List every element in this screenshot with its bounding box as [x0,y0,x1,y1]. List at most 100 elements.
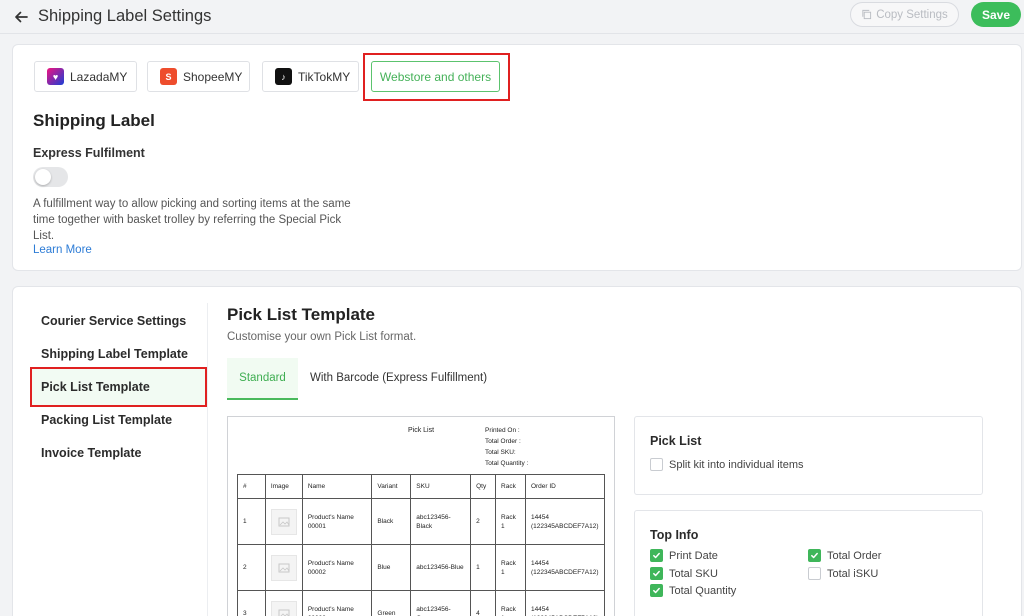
table-cell: Product's Name 00002 [301,544,373,591]
table-header: Variant [371,474,412,499]
table-cell: abc123456-Green [410,590,472,616]
table-cell: Green [371,590,412,616]
preview-title: Pick List [408,427,435,434]
table-cell: 14454 (122345ABCDEF7A12) [524,498,606,545]
sidebar-item-shipping-label-template[interactable]: Shipping Label Template [41,347,188,361]
table-cell [264,498,303,545]
table-cell: Blue [371,544,412,591]
table-cell: 14454 (122345ABCDEF7A12) [524,590,606,616]
store-tab-webstore[interactable]: Webstore and others [371,61,500,92]
top-bar: Shipping Label Settings Copy Settings Sa… [0,0,1024,34]
check-icon [653,552,660,559]
total-order-checkbox[interactable] [808,549,821,562]
preview-meta-total-quantity: Total Quantity : [485,460,529,467]
tab-standard[interactable]: Standard [227,358,298,400]
table-row: 2 Product's Name 00002 Blue abc123456-Bl… [237,544,606,591]
store-tab-label: ShopeeMY [183,69,243,84]
check-icon [811,552,818,559]
table-row: 3 Product's Name 00003 Green abc123456-G… [237,590,606,616]
table-cell: 3 [237,590,266,616]
table-header: # [237,474,266,499]
preview-header-row: # Image Name Variant SKU Qty Rack Order … [237,474,606,499]
sidebar-item-courier-service[interactable]: Courier Service Settings [41,314,186,328]
copy-icon [862,9,872,20]
express-fulfilment-description: A fulfillment way to allow picking and s… [33,198,351,242]
total-order-label: Total Order [827,549,882,562]
sidebar-item-packing-list-template[interactable]: Packing List Template [41,413,172,427]
lazada-logo-icon: ♥ [47,68,64,85]
table-header: Name [301,474,373,499]
table-cell: 14454 (122345ABCDEF7A12) [524,544,606,591]
table-cell [264,590,303,616]
preview-meta-printed-on: Printed On : [485,427,520,434]
learn-more-link[interactable]: Learn More [33,244,92,256]
tiktok-logo-icon: ♪ [275,68,292,85]
pick-list-template-subtitle: Customise your own Pick List format. [227,331,417,343]
image-placeholder-icon [278,609,290,616]
product-thumbnail [270,508,297,535]
option-total-order[interactable]: Total Order [808,549,881,562]
total-isku-label: Total iSKU [827,567,879,580]
option-print-date[interactable]: Print Date [650,549,718,562]
table-cell: Product's Name 00001 [301,498,373,545]
table-header: Order ID [524,474,606,499]
image-placeholder-icon [278,563,290,572]
preview-table: # Image Name Variant SKU Qty Rack Order … [237,474,606,616]
table-header: Image [264,474,303,499]
arrow-left-icon[interactable] [12,8,30,26]
copy-settings-label: Copy Settings [876,8,948,21]
store-tab-lazada[interactable]: ♥ LazadaMY [34,61,137,92]
table-header: SKU [410,474,472,499]
express-fulfilment-toggle[interactable] [33,167,68,187]
table-cell: abc123456-Blue [410,544,472,591]
preview-meta-total-order: Total Order : [485,438,521,445]
store-tab-tiktok[interactable]: ♪ TikTokMY [262,61,359,92]
sidebar-item-invoice-template[interactable]: Invoice Template [41,446,142,460]
option-total-quantity[interactable]: Total Quantity [650,584,736,597]
table-cell: Rack 1 [495,590,526,616]
total-quantity-checkbox[interactable] [650,584,663,597]
table-cell: 1 [237,498,266,545]
top-info-panel: Top Info Print Date Total Order Total SK… [634,510,983,616]
shopee-logo-icon: S [160,68,177,85]
total-quantity-label: Total Quantity [669,584,737,597]
check-icon [653,587,660,594]
option-total-sku[interactable]: Total SKU [650,567,718,580]
table-cell: Product's Name 00003 [301,590,373,616]
table-header: Rack [495,474,526,499]
table-cell [264,544,303,591]
table-cell: 4 [470,590,497,616]
table-cell: abc123456-Black [410,498,472,545]
pick-list-preview: Pick List Printed On : Total Order : Tot… [227,416,615,616]
product-thumbnail [270,554,297,581]
total-isku-checkbox[interactable] [808,567,821,580]
table-cell: Rack 1 [495,544,526,591]
preview-meta-total-sku: Total SKU: [485,449,516,456]
sidebar-item-pick-list-template[interactable]: Pick List Template [41,380,150,394]
split-kit-checkbox[interactable] [650,458,663,471]
table-cell: Rack 1 [495,498,526,545]
pick-list-template-title: Pick List Template [227,305,376,324]
toggle-knob [35,169,51,185]
pick-list-options-panel: Pick List Split kit into individual item… [634,416,983,495]
total-sku-checkbox[interactable] [650,567,663,580]
print-date-checkbox[interactable] [650,549,663,562]
store-tab-shopee[interactable]: S ShopeeMY [147,61,250,92]
copy-settings-button[interactable]: Copy Settings [850,2,959,27]
express-fulfilment-label: Express Fulfilment [33,146,145,160]
table-cell: 1 [470,544,497,591]
option-total-isku[interactable]: Total iSKU [808,567,878,580]
table-cell: 2 [237,544,266,591]
shipping-label-card: ♥ LazadaMY S ShopeeMY ♪ TikTokMY Webstor… [12,44,1022,271]
split-kit-option[interactable]: Split kit into individual items [650,458,804,471]
top-info-title: Top Info [650,528,699,542]
check-icon [653,570,660,577]
tab-with-barcode[interactable]: With Barcode (Express Fulfillment) [310,372,487,384]
template-settings-card: Courier Service Settings Shipping Label … [12,286,1022,616]
store-tab-label: LazadaMY [70,69,128,84]
image-placeholder-icon [278,517,290,526]
store-tab-label: TikTokMY [298,69,351,84]
table-cell: Black [371,498,412,545]
product-thumbnail [270,600,297,616]
save-button[interactable]: Save [971,2,1021,27]
